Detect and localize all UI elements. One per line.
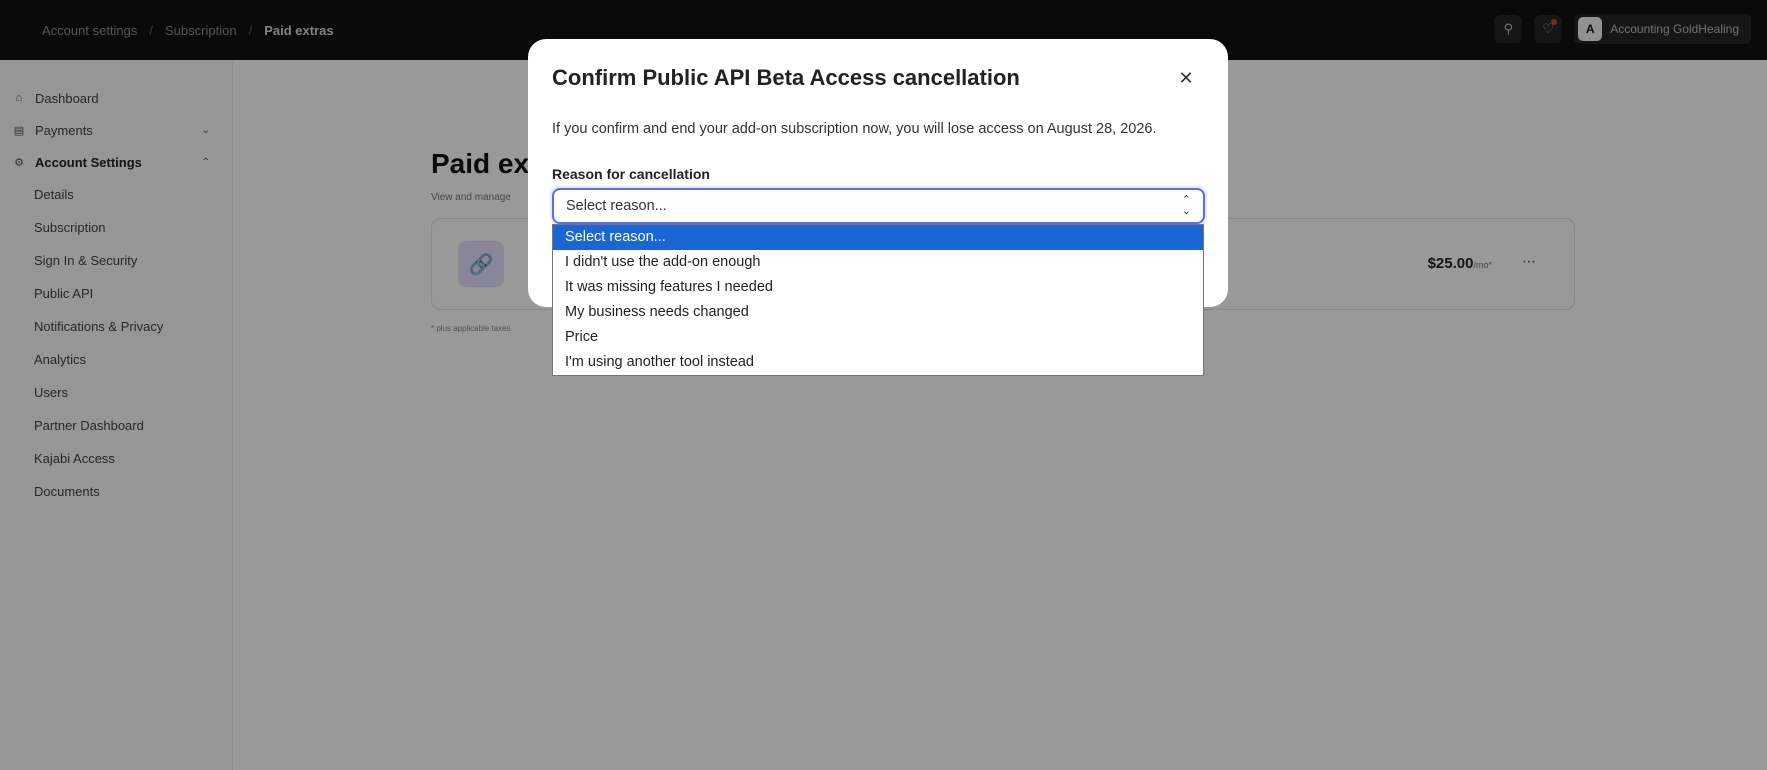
- close-icon[interactable]: ✕: [1172, 64, 1200, 92]
- dropdown-option[interactable]: My business needs changed: [553, 300, 1203, 325]
- dropdown-option[interactable]: I didn't use the add-on enough: [553, 250, 1203, 275]
- chevron-up-down-icon: ⌃ ⌄: [1181, 194, 1191, 217]
- reason-label: Reason for cancellation: [552, 166, 710, 182]
- dropdown-option[interactable]: It was missing features I needed: [553, 275, 1203, 300]
- modal-description: If you confirm and end your add-on subsc…: [552, 121, 1157, 137]
- dropdown-option[interactable]: Price: [553, 325, 1203, 350]
- reason-select[interactable]: Select reason... ⌃ ⌄: [552, 188, 1205, 224]
- dropdown-option[interactable]: I'm using another tool instead: [553, 350, 1203, 375]
- dropdown-option[interactable]: Select reason...: [553, 225, 1203, 250]
- reason-dropdown-list: Select reason... I didn't use the add-on…: [552, 224, 1204, 376]
- modal-title: Confirm Public API Beta Access cancellat…: [552, 65, 1020, 90]
- select-value: Select reason...: [566, 198, 667, 214]
